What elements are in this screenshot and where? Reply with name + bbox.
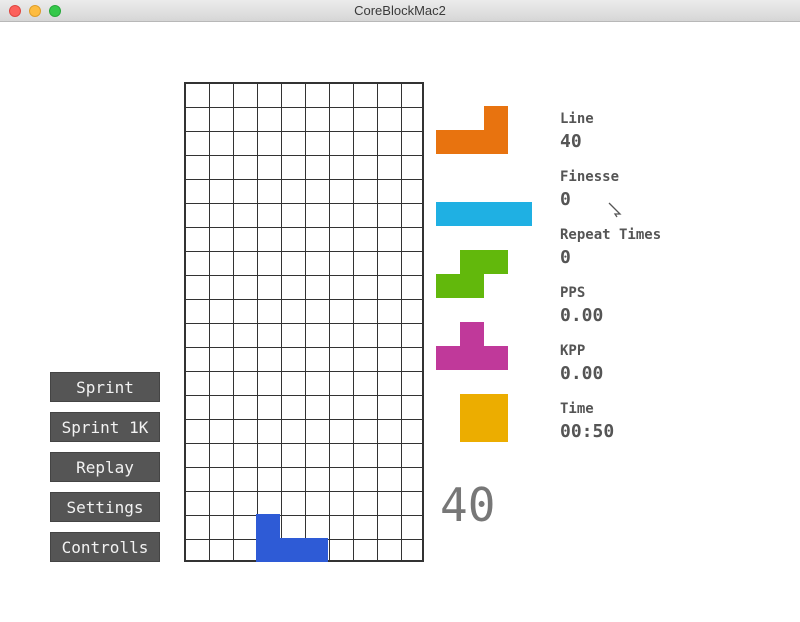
next-piece-cell: [484, 418, 508, 442]
finesse-value: 0: [560, 189, 571, 210]
lines-remaining-counter: 40: [440, 478, 496, 532]
kpp-label: KPP: [560, 343, 586, 359]
active-piece-cell: [304, 538, 328, 562]
next-piece-cell: [460, 346, 484, 370]
next-piece-cell: [436, 202, 460, 226]
next-piece-cell: [508, 202, 532, 226]
next-piece-t: [436, 322, 536, 370]
repeat-times-value: 0: [560, 247, 571, 268]
repeat-times-label: Repeat Times: [560, 227, 662, 243]
next-piece-cell: [460, 394, 484, 418]
next-piece-cell: [460, 202, 484, 226]
next-piece-cell: [436, 274, 460, 298]
next-piece-cell: [460, 250, 484, 274]
settings-button[interactable]: Settings: [50, 492, 160, 522]
pps-label: PPS: [560, 285, 586, 301]
next-piece-l: [436, 106, 536, 154]
next-piece-i: [436, 202, 536, 226]
time-label: Time: [560, 401, 594, 417]
next-piece-cell: [484, 250, 508, 274]
pps-value: 0.00: [560, 305, 604, 326]
next-piece-cell: [436, 130, 460, 154]
game-board: [184, 82, 424, 562]
replay-button[interactable]: Replay: [50, 452, 160, 482]
finesse-label: Finesse: [560, 169, 620, 185]
next-piece-cell: [460, 322, 484, 346]
next-piece-cell: [484, 106, 508, 130]
active-piece-cell: [256, 538, 280, 562]
next-piece-cell: [436, 346, 460, 370]
controls-button[interactable]: Controlls: [50, 532, 160, 562]
next-piece-cell: [484, 130, 508, 154]
mouse-cursor-icon: [608, 202, 622, 218]
next-piece-s: [436, 250, 536, 298]
sprint-1k-button[interactable]: Sprint 1K: [50, 412, 160, 442]
line-label: Line: [560, 111, 594, 127]
active-piece-cell: [256, 514, 280, 538]
next-piece-cell: [460, 130, 484, 154]
next-piece-cell: [484, 394, 508, 418]
active-piece-cell: [280, 538, 304, 562]
title-bar: CoreBlockMac2: [0, 0, 800, 22]
next-piece-cell: [460, 418, 484, 442]
kpp-value: 0.00: [560, 363, 604, 384]
next-piece-o: [436, 394, 536, 442]
next-piece-cell: [460, 274, 484, 298]
time-value: 00:50: [560, 421, 615, 442]
next-piece-cell: [484, 346, 508, 370]
window-title: CoreBlockMac2: [354, 3, 446, 18]
line-value: 40: [560, 131, 582, 152]
next-piece-cell: [484, 202, 508, 226]
sprint-button[interactable]: Sprint: [50, 372, 160, 402]
